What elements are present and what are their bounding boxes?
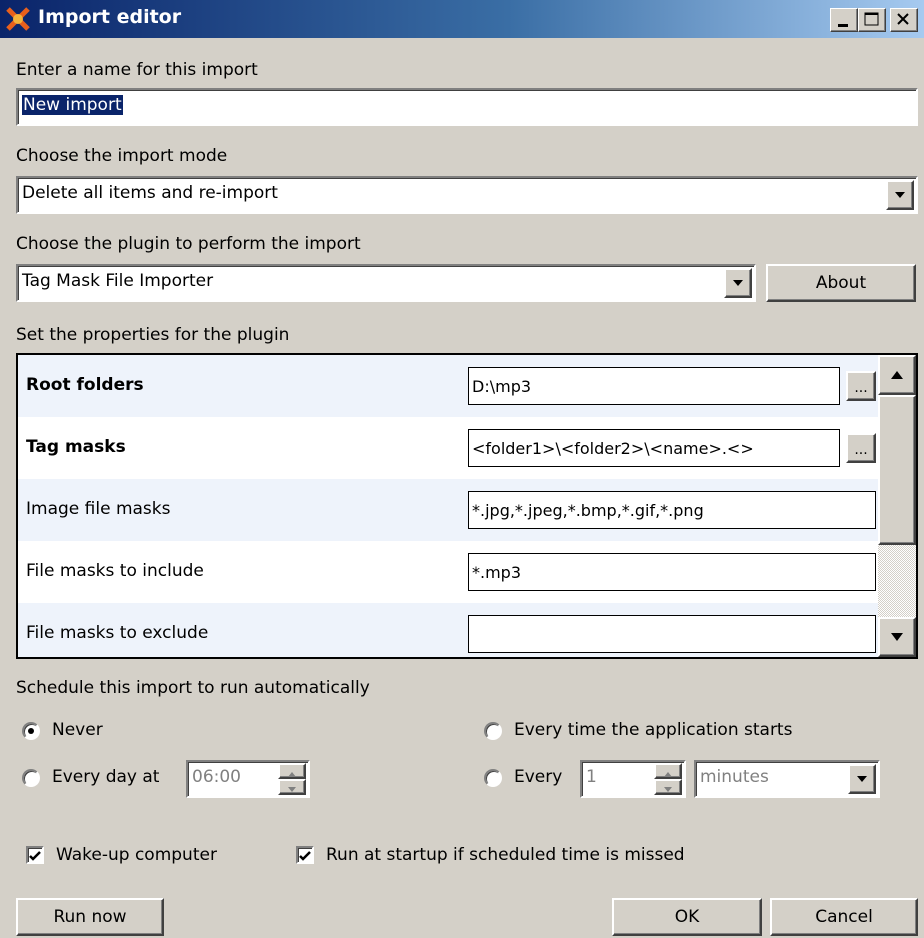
window-title: Import editor (38, 6, 182, 28)
browse-button[interactable]: ... (846, 433, 876, 463)
every-time-radio[interactable] (484, 722, 502, 740)
count-spin-down[interactable] (654, 779, 682, 795)
minimize-button[interactable] (830, 8, 858, 32)
vertical-scrollbar[interactable] (878, 355, 916, 657)
count-spin-up[interactable] (654, 763, 682, 779)
import-mode-select[interactable]: Delete all items and re-import (16, 176, 918, 214)
browse-button[interactable]: ... (846, 371, 876, 401)
close-button[interactable] (890, 8, 918, 32)
maximize-icon (864, 12, 879, 26)
every-day-label: Every day at (52, 767, 160, 787)
schedule-label: Schedule this import to run automaticall… (16, 678, 370, 698)
properties-label: Set the properties for the plugin (16, 325, 290, 345)
chevron-down-icon (895, 192, 905, 198)
wake-up-checkbox[interactable] (26, 846, 44, 864)
property-row[interactable]: File masks to include *.mp3 (18, 541, 878, 603)
plugin-value: Tag Mask File Importer (22, 271, 214, 291)
property-row[interactable]: Image file masks *.jpg,*.jpeg,*.bmp,*.gi… (18, 479, 878, 541)
every-radio[interactable] (484, 769, 502, 787)
every-unit-value: minutes (700, 767, 769, 787)
every-count-value: 1 (586, 767, 597, 787)
property-value-input[interactable]: *.mp3 (468, 553, 876, 591)
time-spin-down[interactable] (278, 779, 306, 795)
time-spin-up[interactable] (278, 763, 306, 779)
property-name: Tag masks (26, 437, 126, 457)
property-name: File masks to include (26, 561, 204, 581)
every-time-label: Every time the application starts (514, 720, 793, 740)
property-value-input[interactable]: D:\mp3 (468, 367, 840, 405)
property-row[interactable]: Root folders D:\mp3 ... (18, 355, 878, 417)
property-value-input[interactable]: <folder1>\<folder2>\<name>.<> (468, 429, 840, 467)
plugin-select[interactable]: Tag Mask File Importer (16, 264, 756, 302)
maximize-button[interactable] (858, 8, 886, 32)
app-icon (6, 7, 30, 31)
checkmark-icon (299, 851, 311, 861)
plugin-label: Choose the plugin to perform the import (16, 234, 361, 254)
scroll-down-button[interactable] (878, 617, 916, 657)
minimize-icon (838, 24, 848, 27)
checkmark-icon (29, 851, 41, 861)
chevron-down-icon (733, 280, 743, 286)
import-mode-value: Delete all items and re-import (22, 183, 278, 203)
import-name-input[interactable]: New import (16, 88, 918, 126)
property-value-input[interactable] (468, 615, 876, 653)
run-at-startup-label: Run at startup if scheduled time is miss… (326, 845, 685, 865)
name-label: Enter a name for this import (16, 60, 258, 80)
never-radio[interactable] (22, 722, 40, 740)
arrow-up-icon (891, 371, 903, 379)
property-name: Root folders (26, 375, 144, 395)
property-value: <folder1>\<folder2>\<name>.<> (472, 439, 754, 458)
arrow-down-icon (664, 787, 672, 792)
radio-selected-dot (28, 728, 34, 734)
chevron-down-icon (857, 776, 867, 782)
every-count-input[interactable]: 1 (580, 760, 686, 798)
every-day-time-input[interactable]: 06:00 (186, 760, 310, 798)
every-day-radio[interactable] (22, 769, 40, 787)
property-name: Image file masks (26, 499, 171, 519)
scroll-up-button[interactable] (878, 355, 916, 395)
arrow-down-icon (891, 633, 903, 641)
wake-up-label: Wake-up computer (56, 845, 217, 865)
never-label: Never (52, 720, 103, 740)
run-now-button[interactable]: Run now (16, 898, 164, 936)
property-value: *.mp3 (472, 563, 522, 582)
every-label: Every (514, 767, 563, 787)
import-name-value: New import (22, 95, 123, 115)
property-value: D:\mp3 (472, 377, 532, 396)
ok-button[interactable]: OK (612, 898, 762, 936)
property-value-input[interactable]: *.jpg,*.jpeg,*.bmp,*.gif,*.png (468, 491, 876, 529)
unit-dropdown-button[interactable] (848, 764, 876, 794)
every-day-time-value: 06:00 (192, 767, 241, 787)
run-at-startup-checkbox[interactable] (296, 846, 314, 864)
cancel-button[interactable]: Cancel (770, 898, 918, 936)
property-name: File masks to exclude (26, 623, 209, 643)
import-mode-dropdown-button[interactable] (886, 180, 914, 210)
property-row[interactable]: Tag masks <folder1>\<folder2>\<name>.<> … (18, 417, 878, 479)
close-icon (897, 13, 909, 25)
about-button[interactable]: About (766, 264, 916, 302)
mode-label: Choose the import mode (16, 146, 228, 166)
plugin-dropdown-button[interactable] (724, 268, 752, 298)
scroll-thumb[interactable] (878, 395, 916, 545)
properties-grid: Root folders D:\mp3 ... Tag masks <folde… (16, 353, 918, 659)
every-unit-select[interactable]: minutes (694, 760, 880, 798)
property-value: *.jpg,*.jpeg,*.bmp,*.gif,*.png (472, 501, 704, 520)
arrow-down-icon (288, 787, 296, 792)
property-row[interactable]: File masks to exclude (18, 603, 878, 657)
